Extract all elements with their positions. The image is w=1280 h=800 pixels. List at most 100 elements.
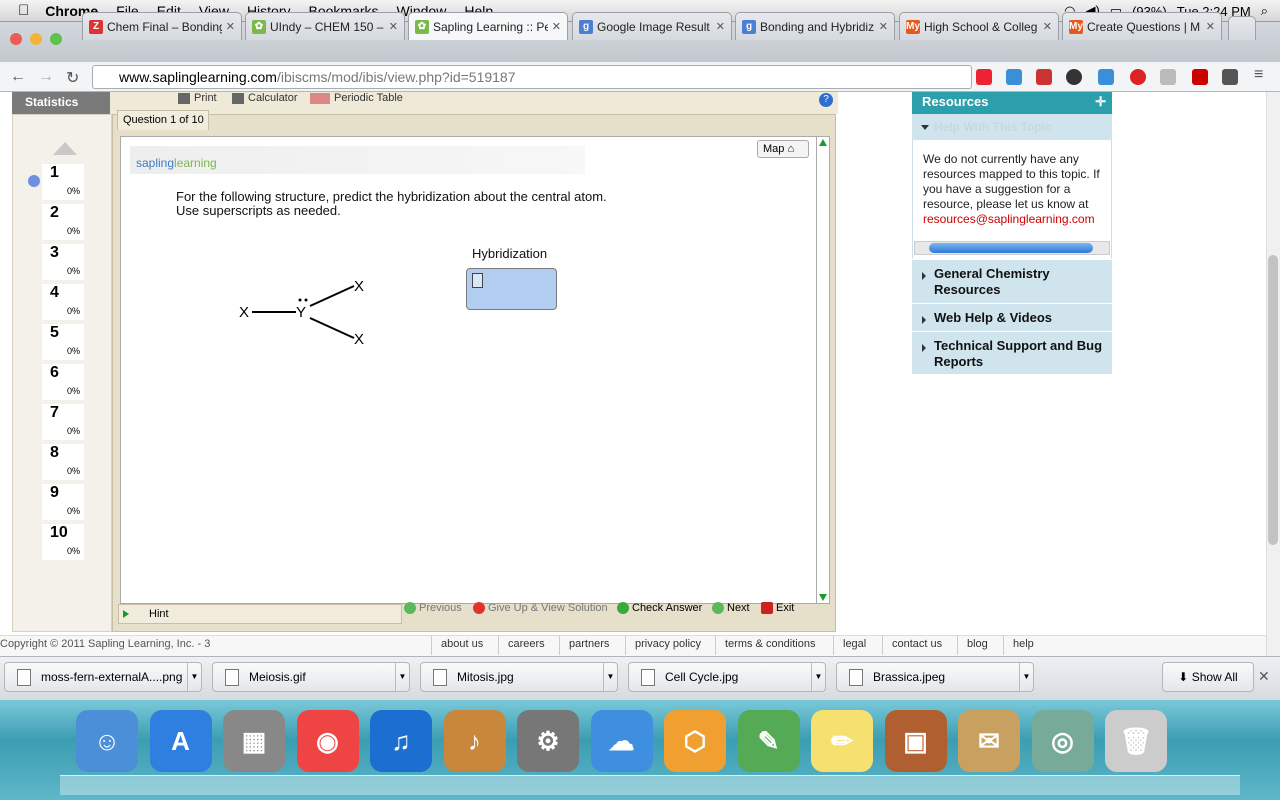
question-nav-item[interactable]: 7 0% — [42, 404, 84, 440]
download-item[interactable]: Cell Cycle.jpg ▼ — [628, 662, 826, 692]
statistics-tab[interactable]: Statistics — [12, 92, 110, 114]
app-store-icon[interactable]: A — [149, 710, 212, 772]
new-tab-button[interactable] — [1228, 16, 1256, 40]
footer-link[interactable]: contact us — [892, 638, 942, 650]
address-bar[interactable]: www.saplinglearning.com/ibiscms/mod/ibis… — [92, 65, 972, 89]
camera-ext-icon[interactable] — [1066, 69, 1082, 85]
download-item[interactable]: Mitosis.jpg ▼ — [420, 662, 618, 692]
question-nav-item[interactable]: 2 0% — [42, 204, 84, 240]
download-item[interactable]: Meiosis.gif ▼ — [212, 662, 410, 692]
finder-icon[interactable]: ☺ — [76, 710, 138, 772]
cube-app-icon[interactable]: ⬡ — [664, 710, 726, 772]
download-menu-arrow-icon[interactable]: ▼ — [187, 663, 201, 691]
calculator-icon[interactable]: ▦ — [223, 710, 285, 772]
footer-link[interactable]: blog — [967, 638, 988, 650]
browser-tab[interactable]: My Create Questions | M ✕ — [1062, 12, 1222, 40]
browser-tab[interactable]: Z Chem Final – Bonding ✕ — [82, 12, 242, 40]
resources-hscroll-thumb[interactable] — [929, 243, 1093, 253]
scroll-down-icon[interactable] — [819, 594, 827, 601]
give-up-button[interactable]: Give Up & View Solution — [473, 602, 608, 614]
map-button[interactable]: Map ⌂ — [757, 140, 809, 158]
openoffice-icon[interactable]: ☁ — [590, 710, 653, 772]
footer-link[interactable]: partners — [569, 638, 609, 650]
tab-close-icon[interactable]: ✕ — [226, 20, 235, 33]
bookmark-ext-icon[interactable] — [1036, 69, 1052, 85]
previous-button[interactable]: Previous — [404, 602, 462, 614]
browser-tab[interactable]: g Bonding and Hybridiz ✕ — [735, 12, 895, 40]
scroll-up-icon[interactable] — [819, 139, 827, 146]
download-menu-arrow-icon[interactable]: ▼ — [811, 663, 825, 691]
download-menu-arrow-icon[interactable]: ▼ — [395, 663, 409, 691]
apple-icon[interactable]:  — [0, 2, 39, 19]
pinterest-icon[interactable] — [1192, 69, 1208, 85]
download-item[interactable]: Brassica.jpeg ▼ — [836, 662, 1034, 692]
web-help-videos[interactable]: Web Help & Videos — [912, 303, 1112, 331]
question-nav-item[interactable]: 6 0% — [42, 364, 84, 400]
footer-link[interactable]: legal — [843, 638, 866, 650]
browser-tab[interactable]: g Google Image Result ✕ — [572, 12, 732, 40]
hint-button[interactable]: Hint — [118, 604, 402, 624]
resources-email-link[interactable]: resources@saplinglearning.com — [923, 212, 1095, 226]
check-answer-button[interactable]: Check Answer — [617, 602, 702, 614]
question-nav-item[interactable]: 3 0% — [42, 244, 84, 280]
garageband-icon[interactable]: ♪ — [443, 710, 506, 772]
question-scrollbar[interactable] — [816, 136, 830, 604]
tab-close-icon[interactable]: ✕ — [716, 20, 725, 33]
tab-close-icon[interactable]: ✕ — [1043, 20, 1052, 33]
page-scrollbar-thumb[interactable] — [1268, 255, 1278, 545]
tab-close-icon[interactable]: ✕ — [879, 20, 888, 33]
help-topic-section[interactable]: Help With This Topic — [912, 114, 1112, 140]
forward-icon[interactable]: → — [38, 68, 54, 86]
footer-link[interactable]: careers — [508, 638, 545, 650]
system-preferences-icon[interactable]: ⚙ — [517, 710, 579, 772]
print-button[interactable]: Print — [178, 92, 217, 104]
notes-icon[interactable]: ✏ — [811, 710, 873, 772]
alert-ext-icon[interactable] — [1130, 69, 1146, 85]
browser-tab[interactable]: ✿ Sapling Learning :: Pe ✕ — [408, 12, 568, 40]
periodic-table-button[interactable]: Periodic Table — [310, 92, 403, 104]
technical-support[interactable]: Technical Support and Bug Reports — [912, 331, 1112, 374]
question-nav-item[interactable]: 4 0% — [42, 284, 84, 320]
download-menu-arrow-icon[interactable]: ▼ — [603, 663, 617, 691]
minimize-window-icon[interactable] — [30, 33, 42, 45]
footer-link[interactable]: help — [1013, 638, 1034, 650]
expand-icon[interactable]: ✛ — [1095, 92, 1106, 112]
download-menu-arrow-icon[interactable]: ▼ — [1019, 663, 1033, 691]
spotlight-icon[interactable]: ⌕ — [1261, 3, 1268, 19]
general-chemistry-resources[interactable]: General Chemistry Resources — [912, 259, 1112, 303]
back-icon[interactable]: ← — [10, 68, 26, 86]
evernote-ext-icon[interactable] — [1222, 69, 1238, 85]
next-button[interactable]: Next — [712, 602, 750, 614]
browser-tab[interactable]: ✿ UIndy – CHEM 150 – ✕ — [245, 12, 405, 40]
help-icon[interactable]: ? — [819, 93, 833, 107]
tab-close-icon[interactable]: ✕ — [389, 20, 398, 33]
mail-icon[interactable]: ✉ — [958, 710, 1020, 772]
zoom-window-icon[interactable] — [50, 33, 62, 45]
browser-tab[interactable]: My High School & Colleg ✕ — [899, 12, 1059, 40]
exit-button[interactable]: Exit — [761, 602, 794, 614]
menu-icon[interactable]: ≡ — [1254, 66, 1263, 84]
cloud-ext-icon[interactable] — [1160, 69, 1176, 85]
question-nav-item[interactable]: 8 0% — [42, 444, 84, 480]
translate-icon[interactable] — [1006, 69, 1022, 85]
close-downloads-icon[interactable]: ✕ — [1258, 668, 1270, 685]
question-nav-item[interactable]: 1 0% — [42, 164, 84, 200]
footer-link[interactable]: about us — [441, 638, 483, 650]
trash-icon[interactable]: 🗑 — [1105, 710, 1167, 772]
iphoto-icon[interactable]: ▣ — [884, 710, 947, 772]
reload-icon[interactable]: ↻ — [66, 68, 79, 88]
tab-close-icon[interactable]: ✕ — [1206, 20, 1215, 33]
tab-close-icon[interactable]: ✕ — [552, 20, 561, 33]
show-all-downloads-button[interactable]: ⬇ Show All — [1162, 662, 1254, 692]
scroll-up-arrow-icon[interactable] — [53, 142, 77, 155]
itunes-icon[interactable]: ♫ — [370, 710, 432, 772]
download-ext-icon[interactable] — [1098, 69, 1114, 85]
preview-icon[interactable]: ◎ — [1031, 710, 1094, 772]
close-window-icon[interactable] — [10, 33, 22, 45]
question-nav-item[interactable]: 9 0% — [42, 484, 84, 520]
footer-link[interactable]: privacy policy — [635, 638, 701, 650]
calculator-button[interactable]: Calculator — [232, 92, 298, 104]
evernote-icon[interactable]: ✎ — [737, 710, 800, 772]
question-nav-item[interactable]: 5 0% — [42, 324, 84, 360]
footer-link[interactable]: terms & conditions — [725, 638, 815, 650]
